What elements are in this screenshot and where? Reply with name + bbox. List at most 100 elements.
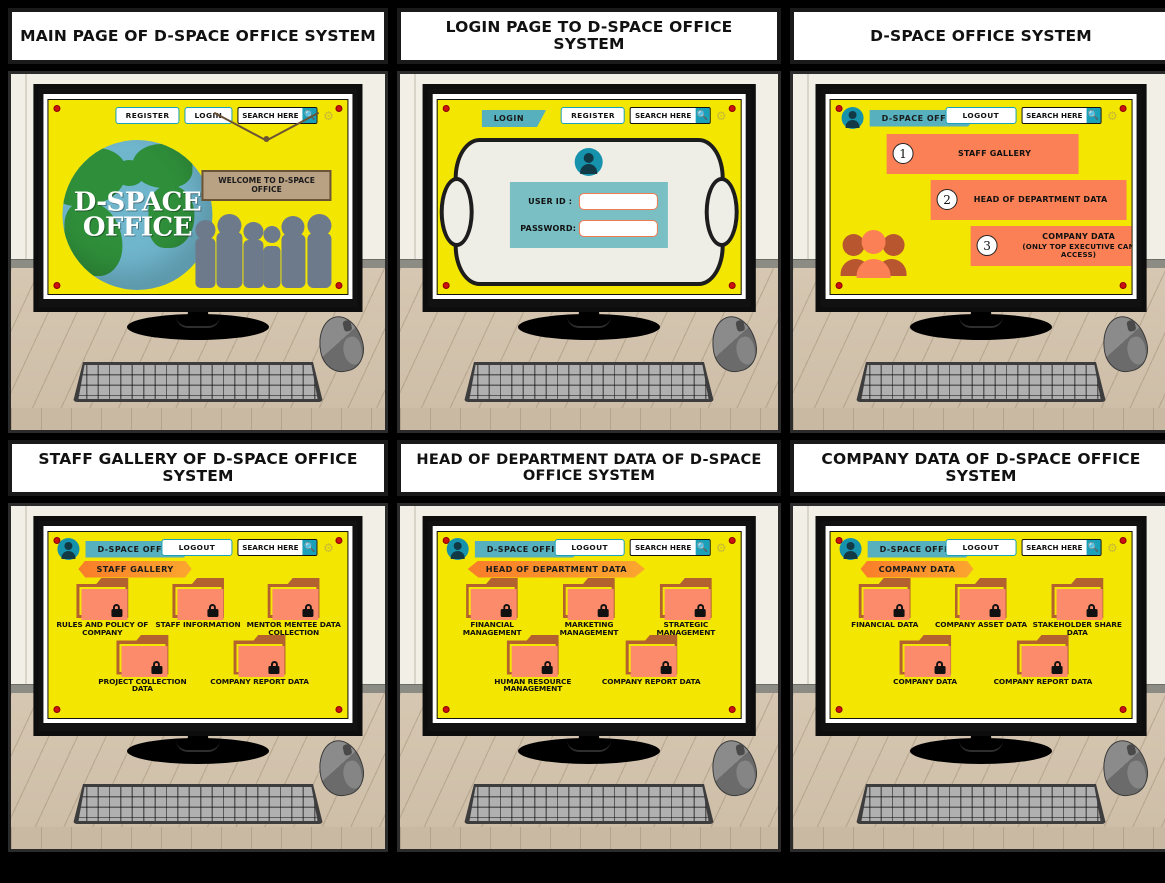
search-icon[interactable]: 🔍 xyxy=(1086,108,1101,123)
folder-row: PROJECT COLLECTION DATA COMPANY REPORT D… xyxy=(54,634,341,694)
globe-logo: D-SPACE OFFICE xyxy=(62,140,213,290)
search-icon[interactable]: 🔍 xyxy=(302,540,317,555)
folder-icon xyxy=(899,634,952,677)
menu-number-badge: 1 xyxy=(892,143,914,164)
menu-item-label: COMPANY DATA xyxy=(1042,232,1115,242)
keyboard[interactable] xyxy=(856,362,1106,402)
gear-icon[interactable]: ⚙ xyxy=(1106,110,1118,122)
menu-item-head-of-department[interactable]: 2 HEAD OF DEPARTMENT DATA xyxy=(930,180,1127,223)
register-button[interactable]: REGISTER xyxy=(561,107,625,124)
monitor-stand-base xyxy=(518,738,660,764)
logout-button[interactable]: LOGOUT xyxy=(161,539,233,556)
user-avatar-icon xyxy=(575,148,603,176)
folder-item[interactable]: COMPANY DATA xyxy=(874,634,976,686)
storyboard-cell-company-data: COMPANY DATA OF D-SPACE OFFICE SYSTEM D-… xyxy=(790,440,1165,852)
top-toolbar: LOGOUT SEARCH HERE 🔍 ⚙ xyxy=(945,107,1119,124)
top-toolbar: LOGOUT SEARCH HERE 🔍 ⚙ xyxy=(161,539,335,556)
monitor-bezel: REGISTER LOGIN SEARCH HERE 🔍 ⚙ xyxy=(43,94,353,299)
user-avatar-icon[interactable] xyxy=(446,538,469,560)
search-icon[interactable]: 🔍 xyxy=(695,108,710,123)
person-body xyxy=(216,232,243,288)
user-avatar-icon[interactable] xyxy=(839,538,862,560)
folder-item[interactable]: MENTOR MENTEE DATA COLLECTION xyxy=(246,578,341,637)
folder-item[interactable]: COMPANY REPORT DATA xyxy=(600,634,702,686)
menu-item-company-data[interactable]: 3 COMPANY DATA (ONLY TOP EXECUTIVE CAN A… xyxy=(970,226,1132,269)
folder-icon xyxy=(858,578,911,620)
floor-front-edge xyxy=(11,827,385,849)
folder-item[interactable]: COMPANY REPORT DATA xyxy=(992,634,1094,686)
search-placeholder-text: SEARCH HERE xyxy=(1026,543,1083,552)
userid-input[interactable] xyxy=(579,193,658,210)
gear-icon[interactable]: ⚙ xyxy=(1106,542,1118,554)
folder-item[interactable]: HUMAN RESOURCE MANAGEMENT xyxy=(482,634,584,694)
folder-label: HUMAN RESOURCE MANAGEMENT xyxy=(494,676,572,694)
search-input[interactable]: SEARCH HERE 🔍 xyxy=(629,539,711,556)
search-input[interactable]: SEARCH HERE 🔍 xyxy=(629,107,711,124)
folder-item[interactable]: PROJECT COLLECTION DATA xyxy=(92,634,193,694)
password-input[interactable] xyxy=(579,220,658,237)
search-input[interactable]: SEARCH HERE 🔍 xyxy=(1021,107,1102,124)
gear-icon[interactable]: ⚙ xyxy=(323,110,335,122)
logout-button[interactable]: LOGOUT xyxy=(554,539,625,556)
search-icon[interactable]: 🔍 xyxy=(695,540,710,555)
keyboard[interactable] xyxy=(464,784,714,824)
search-input[interactable]: SEARCH HERE 🔍 xyxy=(237,539,318,556)
logout-button[interactable]: LOGOUT xyxy=(945,107,1017,124)
search-input[interactable]: SEARCH HERE 🔍 xyxy=(1021,539,1102,556)
pin-bottom-left xyxy=(442,282,450,289)
person-head xyxy=(195,220,216,240)
app-screen-dashboard: D-SPACE OFFICE LOGOUT SEARCH HERE 🔍 ⚙ 1 … xyxy=(829,99,1133,295)
folder-icon xyxy=(116,634,169,677)
menu-number-badge: 2 xyxy=(936,189,958,210)
gear-icon[interactable]: ⚙ xyxy=(715,542,727,554)
menu-item-staff-gallery[interactable]: 1 STAFF GALLERY xyxy=(886,134,1079,177)
keyboard[interactable] xyxy=(856,784,1106,824)
register-button[interactable]: REGISTER xyxy=(115,107,180,124)
monitor: REGISTER LOGIN SEARCH HERE 🔍 ⚙ xyxy=(33,84,363,312)
user-avatar-icon[interactable] xyxy=(841,107,864,129)
userid-label: USER ID : xyxy=(528,197,573,206)
folder-row: FINANCIAL DATA COMPANY ASSET DATA STAKEH… xyxy=(837,578,1126,637)
padlock-icon xyxy=(694,604,706,617)
user-avatar-icon[interactable] xyxy=(57,538,80,560)
padlock-icon xyxy=(302,604,314,617)
login-tab[interactable]: LOGIN xyxy=(481,110,547,127)
panel-title-plate: HEAD OF DEPARTMENT DATA OF D-SPACE OFFIC… xyxy=(397,440,781,496)
storyboard-cell-head-of-department: HEAD OF DEPARTMENT DATA OF D-SPACE OFFIC… xyxy=(397,440,781,852)
page-title: MAIN PAGE OF D-SPACE OFFICE SYSTEM xyxy=(20,26,376,45)
logout-button[interactable]: LOGOUT xyxy=(945,539,1017,556)
monitor: LOGIN REGISTER SEARCH HERE 🔍 ⚙ USER ID:… xyxy=(422,84,756,312)
pin-top-right xyxy=(728,105,736,112)
padlock-icon xyxy=(111,604,123,617)
folder-label: COMPANY REPORT DATA xyxy=(993,676,1093,686)
folder-item[interactable]: STRATEGIC MANAGEMENT xyxy=(638,578,734,637)
folder-item[interactable]: FINANCIAL MANAGEMENT xyxy=(444,578,540,637)
folder-item[interactable]: COMPANY REPORT DATA xyxy=(209,634,310,686)
app-screen-login-page: LOGIN REGISTER SEARCH HERE 🔍 ⚙ USER ID:… xyxy=(436,99,742,295)
floor-front-edge xyxy=(793,408,1165,430)
folder-item[interactable]: RULES AND POLICY OF COMPANY xyxy=(55,578,150,637)
person-head xyxy=(263,226,281,243)
folder-item[interactable]: MARKETING MANAGEMENT xyxy=(541,578,637,637)
gear-icon[interactable]: ⚙ xyxy=(323,542,335,554)
panel-title-plate: MAIN PAGE OF D-SPACE OFFICE SYSTEM xyxy=(8,8,388,64)
storyboard-cell-dashboard: D-SPACE OFFICE SYSTEM D-SPACE OFFICE LOG… xyxy=(790,8,1165,433)
keyboard[interactable] xyxy=(73,362,323,402)
folder-item[interactable]: FINANCIAL DATA xyxy=(837,578,932,629)
person-body xyxy=(243,240,264,288)
folder-item[interactable]: STAFF INFORMATION xyxy=(151,578,246,629)
keyboard[interactable] xyxy=(73,784,323,824)
search-icon[interactable]: 🔍 xyxy=(1086,540,1101,555)
search-input[interactable]: SEARCH HERE 🔍 xyxy=(237,107,318,124)
page-title: LOGIN PAGE TO D-SPACE OFFICE SYSTEM xyxy=(445,18,733,53)
monitor: D-SPACE OFFICE LOGOUT SEARCH HERE 🔍 ⚙ 1 … xyxy=(815,84,1147,312)
login-button[interactable]: LOGIN xyxy=(184,107,233,124)
app-screen-company-data: D-SPACE OFFICE COMPANY DATA LOGOUT SEARC… xyxy=(829,531,1133,719)
folder-icon xyxy=(76,578,129,620)
folder-item[interactable]: COMPANY ASSET DATA xyxy=(933,578,1028,629)
folder-item[interactable]: STAKEHOLDER SHARE DATA xyxy=(1030,578,1125,637)
gear-icon[interactable]: ⚙ xyxy=(715,110,727,122)
menu-item-label: HEAD OF DEPARTMENT DATA xyxy=(973,195,1108,205)
storyboard: MAIN PAGE OF D-SPACE OFFICE SYSTEM REGIS… xyxy=(0,0,1165,883)
keyboard[interactable] xyxy=(464,362,714,402)
